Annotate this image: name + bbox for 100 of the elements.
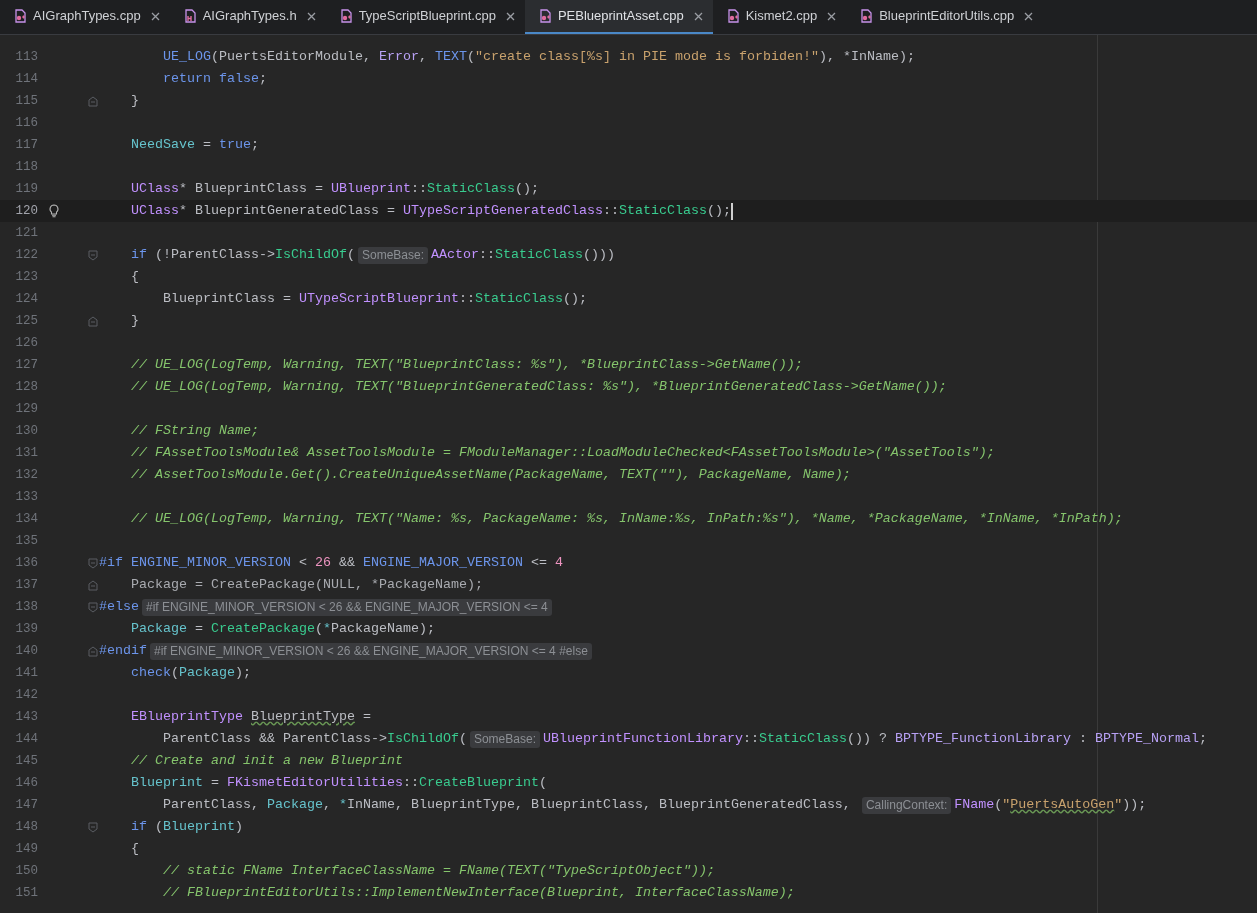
code-text: #endif	[99, 642, 147, 660]
inlay-hint: CallingContext:	[861, 796, 952, 814]
line-number: 114	[15, 71, 38, 86]
line-number: 137	[15, 577, 38, 592]
cpp-file-icon	[537, 9, 552, 23]
line-number: 115	[15, 93, 38, 108]
code-text: }	[131, 92, 139, 110]
code-text: Package = CreatePackage(NULL, *PackageName);	[131, 576, 483, 594]
code-comment: // UE_LOG(LogTemp, Warning, TEXT("BlueprintClass: %s"), *BlueprintClass->GetName());	[131, 356, 803, 374]
code-comment: // AssetToolsModule.Get().CreateUniqueAssetName(PackageName, TEXT(""), PackageName, Name);	[131, 466, 851, 484]
code-text: if (Blueprint)	[131, 818, 243, 836]
close-icon[interactable]	[150, 11, 160, 21]
code-text: {	[131, 268, 139, 286]
editor-tab[interactable]: AIGraphTypes.cpp	[0, 0, 170, 34]
line-number: 122	[15, 247, 38, 262]
line-number: 151	[15, 885, 38, 900]
inlay-hint: #if ENGINE_MINOR_VERSION < 26 && ENGINE_MAJOR_VERSION <= 4 #else	[150, 642, 592, 660]
line-number: 141	[15, 665, 38, 680]
code-text: ParentClass && ParentClass->IsChildOf(	[163, 730, 467, 748]
code-text: AActor::StaticClass()))	[431, 246, 615, 264]
fold-icon[interactable]	[87, 821, 98, 833]
code-text: }	[131, 312, 139, 330]
line-number: 135	[15, 533, 38, 548]
close-icon[interactable]	[827, 11, 837, 21]
text-cursor	[730, 202, 733, 220]
editor-tab[interactable]: Kismet2.cpp	[712, 0, 847, 34]
line-number: 131	[15, 445, 38, 460]
code-text: EBlueprintType BlueprintType =	[131, 708, 371, 726]
fold-icon[interactable]	[87, 645, 98, 657]
inlay-hint: SomeBase:	[469, 730, 540, 748]
line-number: 121	[15, 225, 38, 240]
code-text: ParentClass, Package, *InName, BlueprintType, BlueprintClass, BlueprintGeneratedClass,	[163, 796, 852, 814]
code-text: if (!ParentClass->IsChildOf(	[131, 246, 355, 264]
line-number: 150	[15, 863, 38, 878]
fold-icon[interactable]	[87, 557, 98, 569]
code-comment: // FAssetToolsModule& AssetToolsModule = FModuleManager::LoadModuleChecked<FAssetToolsModule>("AssetTools");	[131, 444, 995, 462]
line-number: 118	[15, 159, 38, 174]
line-number: 146	[15, 775, 38, 790]
editor-tab[interactable]: AIGraphTypes.h	[169, 0, 326, 34]
line-number: 134	[15, 511, 38, 526]
code-text: Blueprint = FKismetEditorUtilities::CreateBlueprint(	[131, 774, 547, 792]
code-text: BlueprintClass = UTypeScriptBlueprint::StaticClass();	[163, 290, 587, 308]
line-number: 113	[15, 49, 38, 64]
line-number: 145	[15, 753, 38, 768]
line-number: 127	[15, 357, 38, 372]
code-comment: // FString Name;	[131, 422, 259, 440]
line-number: 126	[15, 335, 38, 350]
code-text: NeedSave = true;	[131, 136, 259, 154]
lightbulb-icon[interactable]	[48, 204, 60, 218]
line-number: 149	[15, 841, 38, 856]
line-number: 132	[15, 467, 38, 482]
line-number: 119	[15, 181, 38, 196]
inlay-hint: SomeBase:	[357, 246, 428, 264]
code-text: #if ENGINE_MINOR_VERSION < 26 && ENGINE_MAJOR_VERSION <= 4	[99, 554, 563, 572]
editor-tab[interactable]: PEBlueprintAsset.cpp	[524, 0, 713, 34]
code-text: UClass* BlueprintClass = UBlueprint::StaticClass();	[131, 180, 539, 198]
line-number: 140	[15, 643, 38, 658]
code-comment: // FBlueprintEditorUtils::ImplementNewInterface(Blueprint, InterfaceClassName);	[163, 884, 795, 902]
fold-icon[interactable]	[87, 601, 98, 613]
close-icon[interactable]	[1024, 11, 1034, 21]
cpp-file-icon	[338, 9, 353, 23]
code-text: UE_LOG(PuertsEditorModule, Error, TEXT("create class[%s] in PIE mode is forbiden!"), *InName);	[163, 48, 915, 66]
code-text: UClass* BlueprintGeneratedClass = UTypeScriptGeneratedClass::StaticClass();	[131, 202, 731, 220]
cpp-file-icon	[725, 9, 740, 23]
inlay-hint: #if ENGINE_MINOR_VERSION < 26 && ENGINE_MAJOR_VERSION <= 4	[142, 598, 552, 616]
line-number: 116	[15, 115, 38, 130]
editor-tab[interactable]: TypeScriptBlueprint.cpp	[325, 0, 525, 34]
code-text: {	[131, 840, 139, 858]
line-number: 117	[15, 137, 38, 152]
editor-tab[interactable]: BlueprintEditorUtils.cpp	[846, 0, 1044, 34]
line-number: 125	[15, 313, 38, 328]
line-number: 120	[15, 203, 38, 218]
code-comment: // Create and init a new Blueprint	[131, 752, 403, 770]
line-number: 136	[15, 555, 38, 570]
line-number: 128	[15, 379, 38, 394]
close-icon[interactable]	[505, 11, 515, 21]
code-text: FName("PuertsAutoGen"));	[954, 796, 1147, 814]
fold-icon[interactable]	[87, 315, 98, 327]
code-text: UBlueprintFunctionLibrary::StaticClass()) ? BPTYPE_FunctionLibrary : BPTYPE_Normal;	[543, 730, 1207, 748]
line-number: 144	[15, 731, 38, 746]
line-number: 133	[15, 489, 38, 504]
code-text: check(Package);	[131, 664, 251, 682]
line-number: 147	[15, 797, 38, 812]
code-comment: // static FName InterfaceClassName = FName(TEXT("TypeScriptObject"));	[163, 862, 715, 880]
line-number: 124	[15, 291, 38, 306]
cpp-file-icon	[13, 9, 27, 23]
line-number: 139	[15, 621, 38, 636]
cpp-file-icon	[859, 9, 874, 23]
line-number: 129	[15, 401, 38, 416]
code-text: return false;	[163, 70, 267, 88]
fold-icon[interactable]	[87, 249, 98, 261]
code-text: #else	[99, 598, 139, 616]
close-icon[interactable]	[306, 11, 316, 21]
fold-icon[interactable]	[87, 579, 98, 591]
code-text: Package = CreatePackage(*PackageName);	[131, 620, 435, 638]
code-comment: // UE_LOG(LogTemp, Warning, TEXT("Name: %s, PackageName: %s, InName:%s, InPath:%s"), *Name, *PackageName, *InName, *InPath);	[131, 510, 1123, 528]
close-icon[interactable]	[693, 11, 703, 21]
fold-icon[interactable]	[87, 95, 98, 107]
header-file-icon	[182, 9, 197, 23]
line-number: 143	[15, 709, 38, 724]
